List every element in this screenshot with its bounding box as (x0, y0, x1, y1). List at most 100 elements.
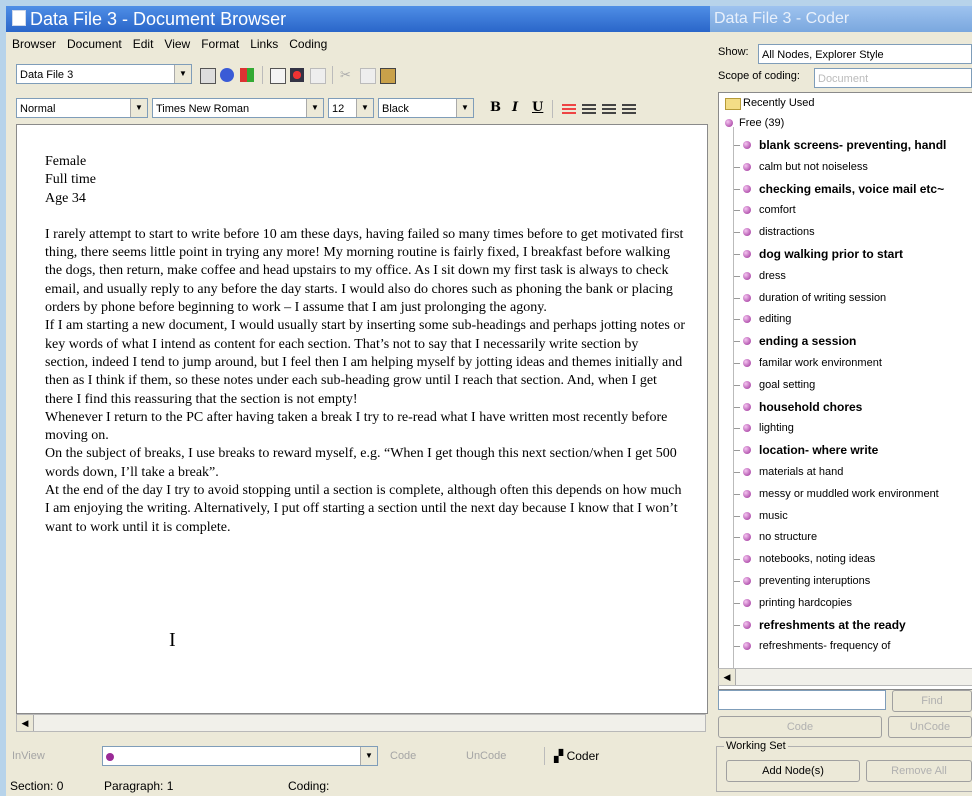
italic-button[interactable]: I (512, 100, 518, 115)
tree-node-label: lighting (759, 422, 794, 435)
tree-connector (734, 428, 740, 430)
tree-connector (734, 384, 740, 386)
style-select[interactable]: Normal ▼ (16, 98, 148, 118)
scope-label: Scope of coding: (718, 70, 800, 82)
node-icon (743, 184, 751, 193)
find-field[interactable] (718, 690, 886, 710)
menu-coding[interactable]: Coding (283, 37, 332, 51)
chevron-down-icon[interactable]: ▼ (356, 99, 373, 117)
node-icon (743, 250, 751, 258)
tree-horizontal-scrollbar[interactable]: ◀ (718, 668, 972, 686)
document-browser-titlebar[interactable]: Data File 3 - Document Browser (6, 6, 710, 32)
horizontal-scrollbar[interactable]: ◀ (16, 714, 706, 732)
coder-button[interactable]: ▞ Coder (554, 746, 599, 766)
scope-select-value: Document (818, 73, 869, 85)
scroll-left-icon[interactable]: ◀ (719, 669, 736, 685)
show-label: Show: (718, 46, 749, 58)
paragraph: I rarely attempt to start to write befor… (45, 226, 684, 316)
chevron-down-icon[interactable]: ▼ (360, 747, 377, 765)
tree-connector (734, 341, 740, 343)
paragraph: On the subject of breaks, I use breaks t… (45, 446, 677, 480)
menu-edit[interactable]: Edit (127, 37, 159, 51)
status-paragraph: Paragraph: 1 (104, 779, 174, 793)
coder-code-button[interactable]: Code (718, 716, 882, 738)
show-select[interactable]: All Nodes, Explorer Style (758, 44, 972, 64)
chevron-down-icon[interactable]: ▼ (174, 65, 191, 83)
tree-connector (734, 166, 740, 168)
chevron-down-icon[interactable]: ▼ (456, 99, 473, 117)
menu-document[interactable]: Document (61, 37, 127, 51)
node-tree[interactable]: Recently Used Free (39) blank screens- p… (718, 92, 972, 690)
font-select[interactable]: Times New Roman ▼ (152, 98, 324, 118)
font-color-value: Black (382, 103, 409, 115)
menu-view[interactable]: View (158, 37, 195, 51)
tree-connector (734, 210, 740, 212)
paste-icon[interactable] (380, 68, 396, 84)
document-text[interactable]: Female Full time Age 34 I rarely attempt… (45, 153, 685, 537)
underline-button[interactable]: U (532, 100, 543, 115)
status-coding: Coding: (288, 779, 330, 793)
scroll-left-icon[interactable]: ◀ (17, 715, 34, 731)
align-center-icon[interactable] (582, 104, 596, 116)
node-icon (743, 271, 751, 280)
document-editor[interactable]: Female Full time Age 34 I rarely attempt… (16, 124, 708, 714)
toolbar-separator (262, 66, 263, 84)
node-icon (743, 533, 751, 542)
tree-connector (734, 188, 740, 190)
find-button[interactable]: Find (892, 690, 972, 712)
tree-node-label: dress (759, 269, 786, 282)
font-color-select[interactable]: Black ▼ (378, 98, 474, 118)
coder-icon: ▞ (554, 749, 564, 763)
chevron-down-icon[interactable]: ▼ (130, 99, 147, 117)
paragraph: At the end of the day I try to avoid sto… (45, 483, 682, 535)
color-grid-icon[interactable] (240, 68, 254, 82)
tree-node-label: refreshments at the ready (759, 617, 906, 632)
working-set-label: Working Set (724, 740, 788, 752)
justify-icon[interactable] (622, 104, 636, 116)
node-icon (743, 162, 751, 171)
chevron-down-icon[interactable]: ▼ (306, 99, 323, 117)
bold-button[interactable]: B (490, 100, 501, 115)
tree-node-label: duration of writing session (759, 291, 887, 304)
align-left-icon[interactable] (562, 104, 576, 116)
tree-connector (734, 450, 740, 452)
menu-links[interactable]: Links (244, 37, 283, 51)
node-select[interactable]: ▼ (102, 746, 378, 766)
tree-connector (734, 559, 740, 561)
tree-connector (734, 515, 740, 517)
cut-icon[interactable]: ✂ (340, 68, 354, 82)
paragraph: If I am starting a new document, I would… (45, 318, 685, 407)
marker-icon[interactable] (290, 68, 304, 82)
node-icon (743, 642, 751, 651)
align-right-icon[interactable] (602, 104, 616, 116)
coder-titlebar[interactable]: Data File 3 - Coder (710, 6, 972, 32)
font-size-select[interactable]: 12 ▼ (328, 98, 374, 118)
remove-all-button[interactable]: Remove All (866, 760, 972, 782)
tree-connector (734, 145, 740, 146)
code-button[interactable]: Code (390, 746, 416, 766)
databite-icon[interactable] (310, 68, 326, 84)
node-icon (743, 511, 751, 520)
inview-button[interactable]: InView (12, 746, 45, 766)
menu-format[interactable]: Format (195, 37, 244, 51)
info-icon[interactable] (220, 68, 234, 82)
add-nodes-button[interactable]: Add Node(s) (726, 760, 860, 782)
tree-node-label: calm but not noiseless (759, 160, 868, 173)
copy-icon[interactable] (360, 68, 376, 84)
tree-connector (734, 363, 740, 364)
tree-item-label: Recently Used (743, 97, 815, 109)
uncode-button[interactable]: UnCode (466, 746, 506, 766)
tree-node-label: household chores (759, 399, 863, 414)
tree-node-label: refreshments- frequency of (759, 640, 891, 653)
node-icon (743, 228, 751, 237)
node-icon (743, 337, 751, 346)
scope-select[interactable]: Document (814, 68, 972, 88)
node-icon (743, 555, 751, 564)
page-icon[interactable] (270, 68, 286, 84)
coder-uncode-button[interactable]: UnCode (888, 716, 972, 738)
menu-browser[interactable]: Browser (6, 37, 61, 51)
tree-connector (734, 319, 740, 321)
node-icon (743, 446, 751, 455)
document-select[interactable]: Data File 3 ▼ (16, 64, 192, 84)
book-icon[interactable] (200, 68, 216, 84)
